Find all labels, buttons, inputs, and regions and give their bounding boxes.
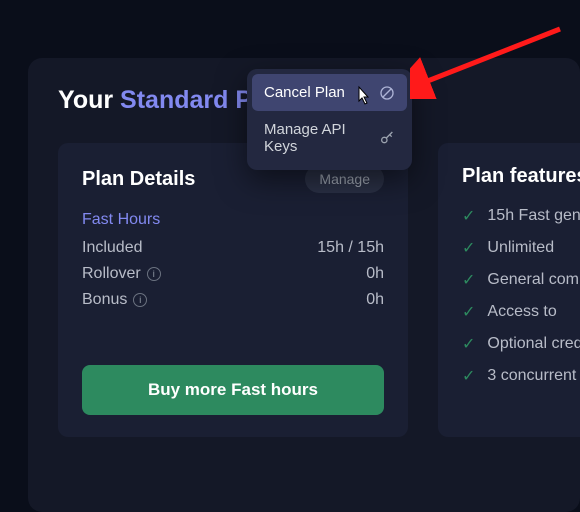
- feature-item: ✓ Optional credit: [462, 334, 580, 354]
- included-row: Included 15h / 15h: [82, 239, 384, 257]
- rollover-row: Rollover i 0h: [82, 265, 384, 283]
- title-prefix: Your: [58, 86, 120, 114]
- included-value: 15h / 15h: [317, 239, 384, 257]
- check-icon: ✓: [462, 334, 475, 354]
- cards-row: Plan Details Manage Fast Hours Included …: [58, 143, 550, 437]
- bonus-row: Bonus i 0h: [82, 291, 384, 309]
- plan-details-card: Plan Details Manage Fast Hours Included …: [58, 143, 408, 437]
- included-label: Included: [82, 239, 143, 257]
- fast-hours-label: Fast Hours: [82, 211, 384, 229]
- plan-features-title: Plan features: [462, 165, 580, 188]
- feature-text: 3 concurrent: [487, 367, 576, 385]
- info-icon[interactable]: i: [147, 267, 161, 281]
- check-icon: ✓: [462, 270, 475, 290]
- check-icon: ✓: [462, 206, 475, 226]
- feature-item: ✓ 15h Fast generations: [462, 206, 580, 226]
- info-icon[interactable]: i: [133, 293, 147, 307]
- feature-text: Unlimited: [487, 239, 554, 257]
- feature-item: ✓ Unlimited: [462, 238, 580, 258]
- feature-item: ✓ 3 concurrent: [462, 366, 580, 386]
- rollover-value: 0h: [366, 265, 384, 283]
- buy-more-button[interactable]: Buy more Fast hours: [82, 365, 384, 415]
- feature-item: ✓ Access to: [462, 302, 580, 322]
- feature-text: 15h Fast generations: [487, 207, 580, 225]
- bonus-label: Bonus i: [82, 291, 147, 309]
- rollover-label: Rollover i: [82, 265, 161, 283]
- bonus-value: 0h: [366, 291, 384, 309]
- cancel-plan-label: Cancel Plan: [264, 84, 345, 101]
- cancel-plan-item[interactable]: Cancel Plan: [252, 74, 407, 111]
- manage-api-keys-item[interactable]: Manage API Keys: [252, 111, 407, 165]
- manage-api-label: Manage API Keys: [264, 121, 379, 155]
- feature-item: ✓ General commercial: [462, 270, 580, 290]
- manage-dropdown: Cancel Plan Manage API Keys: [247, 69, 412, 170]
- plan-details-title: Plan Details: [82, 168, 195, 191]
- feature-text: Access to: [487, 303, 556, 321]
- card-header: Plan features: [462, 165, 580, 188]
- feature-text: General commercial: [487, 271, 580, 289]
- check-icon: ✓: [462, 238, 475, 258]
- cancel-icon: [379, 85, 395, 101]
- plan-features-card: Plan features ✓ 15h Fast generations ✓ U…: [438, 143, 580, 437]
- feature-text: Optional credit: [487, 335, 580, 353]
- check-icon: ✓: [462, 302, 475, 322]
- check-icon: ✓: [462, 366, 475, 386]
- key-icon: [379, 130, 395, 146]
